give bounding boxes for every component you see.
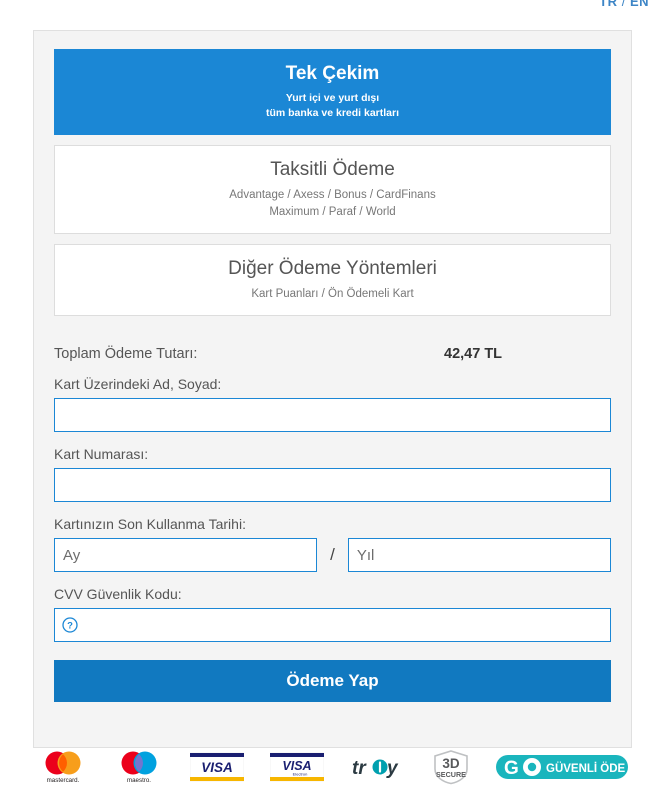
payment-method-tab-taksitli-odeme[interactable]: Taksitli Ödeme Advantage / Axess / Bonus… [54, 145, 611, 235]
go-guvenli-ode-logo: G GÜVENLİ ÖDE [495, 752, 628, 782]
expiry-field-group: Kartınızın Son Kullanma Tarihi: / [54, 516, 611, 573]
payment-method-subtitle: Yurt içi ve yurt dışı tüm banka ve kredi… [63, 91, 602, 123]
expiry-month-input[interactable] [54, 538, 318, 573]
payment-method-title: Diğer Ödeme Yöntemleri [228, 258, 437, 280]
total-amount-label: Toplam Ödeme Tutarı: [54, 346, 198, 363]
payment-method-tabs: Tek Çekim Yurt içi ve yurt dışı tüm bank… [54, 31, 611, 317]
submit-payment-button[interactable]: Ödeme Yap [54, 660, 611, 703]
svg-text:Electron: Electron [292, 772, 307, 777]
svg-text:G: G [504, 758, 519, 779]
language-option-en[interactable]: EN [630, 0, 649, 9]
payment-method-title: Tek Çekim [285, 63, 380, 84]
svg-text:GÜVENLİ ÖDE: GÜVENLİ ÖDE [546, 762, 626, 775]
svg-text:mastercard.: mastercard. [46, 777, 79, 784]
troy-logo: tr y [350, 752, 406, 782]
cvv-input[interactable] [54, 608, 611, 643]
svg-text:maestro.: maestro. [126, 777, 150, 784]
mastercard-logo: mastercard. [38, 750, 88, 784]
svg-text:y: y [386, 758, 399, 779]
card-number-label: Kart Numarası: [54, 446, 149, 463]
payment-method-title: Taksitli Ödeme [270, 159, 395, 181]
card-number-input[interactable] [54, 468, 611, 503]
svg-text:VISA: VISA [201, 760, 233, 775]
visa-logo: VISA [189, 751, 244, 783]
svg-text:3D: 3D [442, 756, 460, 771]
cvv-input-wrapper: ? [54, 608, 611, 643]
question-circle-icon[interactable]: ? [62, 617, 78, 633]
total-amount-row: Toplam Ödeme Tutarı: 42,47 TL [54, 346, 611, 362]
visa-electron-logo: VISA Electron [269, 751, 324, 783]
cardholder-name-input[interactable] [54, 398, 611, 433]
language-option-tr[interactable]: TR [599, 0, 617, 9]
expiry-separator: / [330, 545, 335, 565]
expiry-year-input[interactable] [347, 538, 611, 573]
card-payment-form: Toplam Ödeme Tutarı: 42,47 TL Kart Üzeri… [54, 346, 611, 703]
svg-text:?: ? [67, 621, 73, 632]
accepted-payment-logos: mastercard. maestro. VISA VISA Electron … [45, 744, 628, 790]
payment-method-subtitle-line2: tüm banka ve kredi kartları [265, 107, 400, 120]
expiry-label: Kartınızın Son Kullanma Tarihi: [54, 516, 246, 533]
cardholder-field-group: Kart Üzerindeki Ad, Soyad: [54, 376, 611, 433]
payment-card: Tek Çekim Yurt içi ve yurt dışı tüm bank… [33, 30, 632, 785]
payment-method-subtitle-line1: Advantage / Axess / Bonus / CardFinans [229, 188, 436, 201]
maestro-logo: maestro. [114, 750, 164, 784]
cardholder-label: Kart Üzerindeki Ad, Soyad: [54, 376, 222, 393]
payment-method-subtitle-line1: Kart Puanları / Ön Ödemeli Kart [251, 287, 414, 300]
payment-method-subtitle: Advantage / Axess / Bonus / CardFinans M… [63, 187, 602, 222]
payment-method-subtitle-line2: Maximum / Paraf / World [269, 206, 396, 219]
cvv-field-group: CVV Güvenlik Kodu: ? [54, 586, 611, 643]
card-number-field-group: Kart Numarası: [54, 446, 611, 503]
language-switcher[interactable]: TR / EN [599, 0, 649, 9]
3d-secure-logo: 3D SECURE [432, 749, 470, 785]
payment-method-subtitle: Kart Puanları / Ön Ödemeli Kart [63, 286, 602, 303]
svg-text:SECURE: SECURE [436, 770, 466, 779]
total-amount-value: 42,47 TL [444, 346, 503, 363]
svg-text:tr: tr [352, 758, 367, 779]
expiry-row: / [54, 538, 611, 573]
payment-method-tab-diger-odeme-yontemleri[interactable]: Diğer Ödeme Yöntemleri Kart Puanları / Ö… [54, 244, 611, 317]
cvv-label: CVV Güvenlik Kodu: [54, 586, 182, 603]
payment-method-subtitle-line1: Yurt içi ve yurt dışı [285, 91, 380, 104]
payment-method-tab-tek-cekim[interactable]: Tek Çekim Yurt içi ve yurt dışı tüm bank… [54, 49, 611, 136]
language-separator: / [621, 0, 626, 9]
